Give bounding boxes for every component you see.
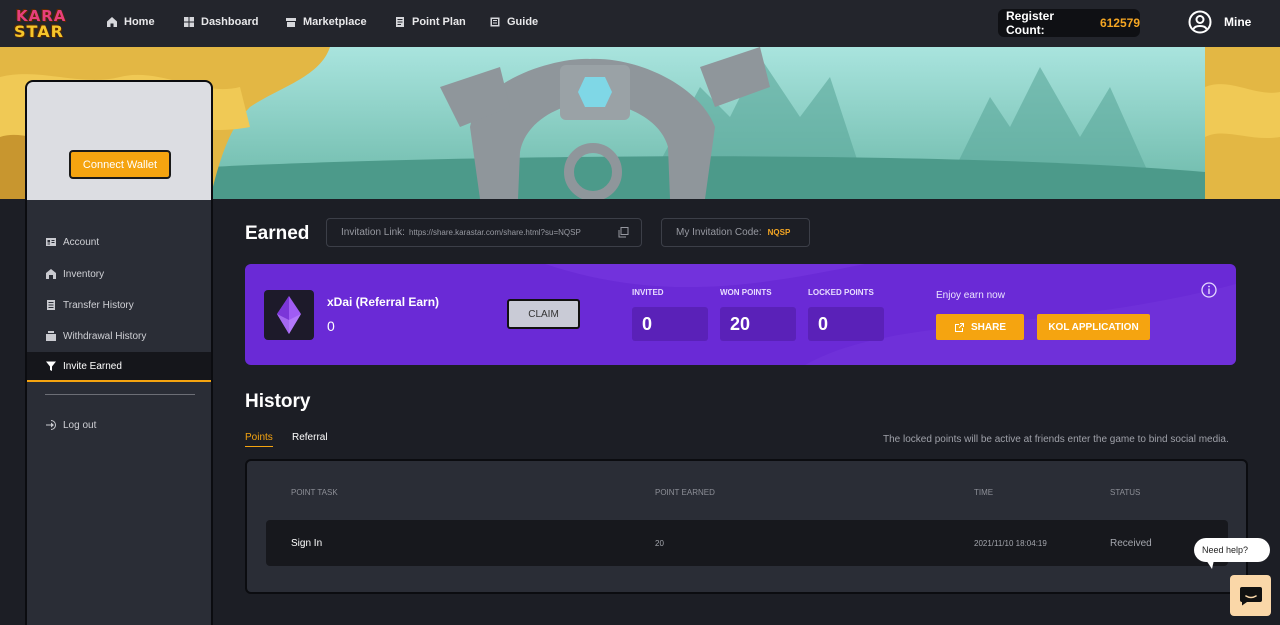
nav-guide[interactable]: Guide bbox=[489, 14, 538, 30]
sidebar: Connect Wallet Account Inventory Transfe… bbox=[25, 80, 213, 625]
invitation-code-value: NQSP bbox=[767, 228, 791, 237]
history-title: History bbox=[245, 391, 311, 412]
sidebar-item-inventory[interactable]: Inventory bbox=[27, 259, 211, 289]
column-header-status: STATUS bbox=[1110, 488, 1141, 497]
share-button-label: SHARE bbox=[970, 321, 1006, 333]
sidebar-item-account-label: Account bbox=[63, 236, 100, 248]
earned-title: Earned bbox=[245, 223, 310, 244]
nav-marketplace-label: Marketplace bbox=[303, 16, 367, 28]
sidebar-item-transfer-history-label: Transfer History bbox=[63, 299, 134, 311]
marketplace-icon bbox=[286, 18, 296, 27]
point-plan-icon bbox=[396, 17, 404, 27]
tab-referral[interactable]: Referral bbox=[292, 432, 328, 443]
kol-application-button[interactable]: KOL APPLICATION bbox=[1037, 314, 1150, 340]
referral-earn-card: xDai (Referral Earn) 0 CLAIM INVITED 0 W… bbox=[245, 264, 1236, 365]
sidebar-item-withdrawal-history[interactable]: Withdrawal History bbox=[27, 321, 211, 351]
claim-button[interactable]: CLAIM bbox=[507, 299, 580, 329]
sidebar-item-account[interactable]: Account bbox=[27, 227, 211, 257]
nav-marketplace[interactable]: Marketplace bbox=[285, 14, 367, 30]
nav-point-plan[interactable]: Point Plan bbox=[394, 14, 466, 30]
home-icon bbox=[107, 17, 117, 27]
logo-text-star: STAR bbox=[14, 22, 64, 41]
invitation-link-label: Invitation Link: bbox=[341, 227, 405, 238]
enjoy-earn-text: Enjoy earn now bbox=[936, 290, 1005, 301]
nav-guide-label: Guide bbox=[507, 16, 539, 28]
nav-home[interactable]: Home bbox=[106, 14, 155, 30]
dashboard-icon bbox=[184, 17, 194, 27]
won-points-value: 20 bbox=[720, 307, 796, 341]
wallet-panel: Connect Wallet bbox=[27, 82, 211, 200]
register-count-label: Register Count: bbox=[1006, 9, 1055, 37]
won-points-label: WON POINTS bbox=[720, 288, 772, 297]
need-help-bubble[interactable]: Need help? bbox=[1194, 538, 1270, 562]
invitation-link-field[interactable]: Invitation Link: https://share.karastar.… bbox=[326, 218, 642, 247]
invitation-code-label: My Invitation Code: bbox=[676, 227, 762, 238]
locked-points-note: The locked points will be active at frie… bbox=[883, 434, 1229, 445]
info-icon[interactable] bbox=[1201, 282, 1217, 298]
logout-button[interactable]: Log out bbox=[27, 410, 211, 440]
sidebar-item-invite-earned-label: Invite Earned bbox=[63, 360, 122, 372]
row-task: Sign In bbox=[291, 538, 323, 549]
user-menu-label: Mine bbox=[1224, 15, 1252, 29]
nav-home-label: Home bbox=[124, 16, 155, 28]
column-header-point-earned: POINT EARNED bbox=[655, 488, 715, 497]
share-icon bbox=[954, 322, 964, 332]
logout-icon bbox=[46, 420, 56, 430]
sidebar-item-inventory-label: Inventory bbox=[63, 268, 105, 280]
locked-points-value: 0 bbox=[808, 307, 884, 341]
withdrawal-history-icon bbox=[46, 331, 56, 341]
register-count-badge: Register Count: 612579 bbox=[998, 9, 1140, 37]
column-header-point-task: POINT TASK bbox=[291, 488, 338, 497]
chat-button[interactable] bbox=[1230, 575, 1271, 616]
guide-icon bbox=[490, 17, 500, 27]
account-icon bbox=[46, 238, 56, 246]
invitation-link-url: https://share.karastar.com/share.html?su… bbox=[408, 228, 581, 237]
connect-wallet-button[interactable]: Connect Wallet bbox=[69, 150, 171, 179]
nav-dashboard-label: Dashboard bbox=[201, 16, 259, 28]
locked-points-label: LOCKED POINTS bbox=[808, 288, 874, 297]
top-navigation: KARA STAR Home Dashboard Marketplace Poi… bbox=[0, 0, 1280, 47]
nav-point-plan-label: Point Plan bbox=[412, 16, 466, 28]
user-menu[interactable]: Mine bbox=[1188, 10, 1251, 34]
referral-earn-label: xDai (Referral Earn) bbox=[327, 295, 440, 309]
referral-earn-value: 0 bbox=[327, 318, 335, 334]
logout-label: Log out bbox=[63, 419, 97, 431]
tab-points[interactable]: Points bbox=[245, 432, 273, 447]
row-time: 2021/11/10 18:04:19 bbox=[974, 539, 1047, 548]
filter-icon bbox=[46, 361, 56, 371]
invitation-code-field[interactable]: My Invitation Code: NQSP bbox=[661, 218, 810, 247]
register-count-value: 612579 bbox=[1099, 16, 1140, 30]
row-earned: 20 bbox=[655, 539, 664, 548]
column-header-time: TIME bbox=[974, 488, 994, 497]
help-bubble-tail bbox=[1206, 560, 1214, 569]
transfer-history-icon bbox=[47, 300, 55, 310]
row-status: Received bbox=[1110, 538, 1152, 549]
karastar-logo[interactable]: KARA STAR bbox=[12, 5, 76, 41]
share-button[interactable]: SHARE bbox=[936, 314, 1024, 340]
xdai-gem-icon bbox=[264, 290, 314, 340]
sidebar-item-withdrawal-history-label: Withdrawal History bbox=[63, 330, 147, 342]
nav-dashboard[interactable]: Dashboard bbox=[183, 14, 258, 30]
invited-label: INVITED bbox=[632, 288, 664, 297]
sidebar-divider bbox=[45, 394, 195, 395]
invited-value: 0 bbox=[632, 307, 708, 341]
chat-icon bbox=[1239, 586, 1262, 605]
sidebar-item-invite-earned[interactable]: Invite Earned bbox=[27, 352, 211, 382]
copy-icon[interactable] bbox=[618, 227, 629, 238]
history-table: POINT TASK POINT EARNED TIME STATUS Sign… bbox=[245, 459, 1248, 594]
inventory-icon bbox=[46, 269, 56, 279]
sidebar-item-transfer-history[interactable]: Transfer History bbox=[27, 290, 211, 320]
table-row: Sign In 20 2021/11/10 18:04:19 Received bbox=[266, 520, 1228, 566]
user-avatar-icon bbox=[1188, 10, 1212, 34]
